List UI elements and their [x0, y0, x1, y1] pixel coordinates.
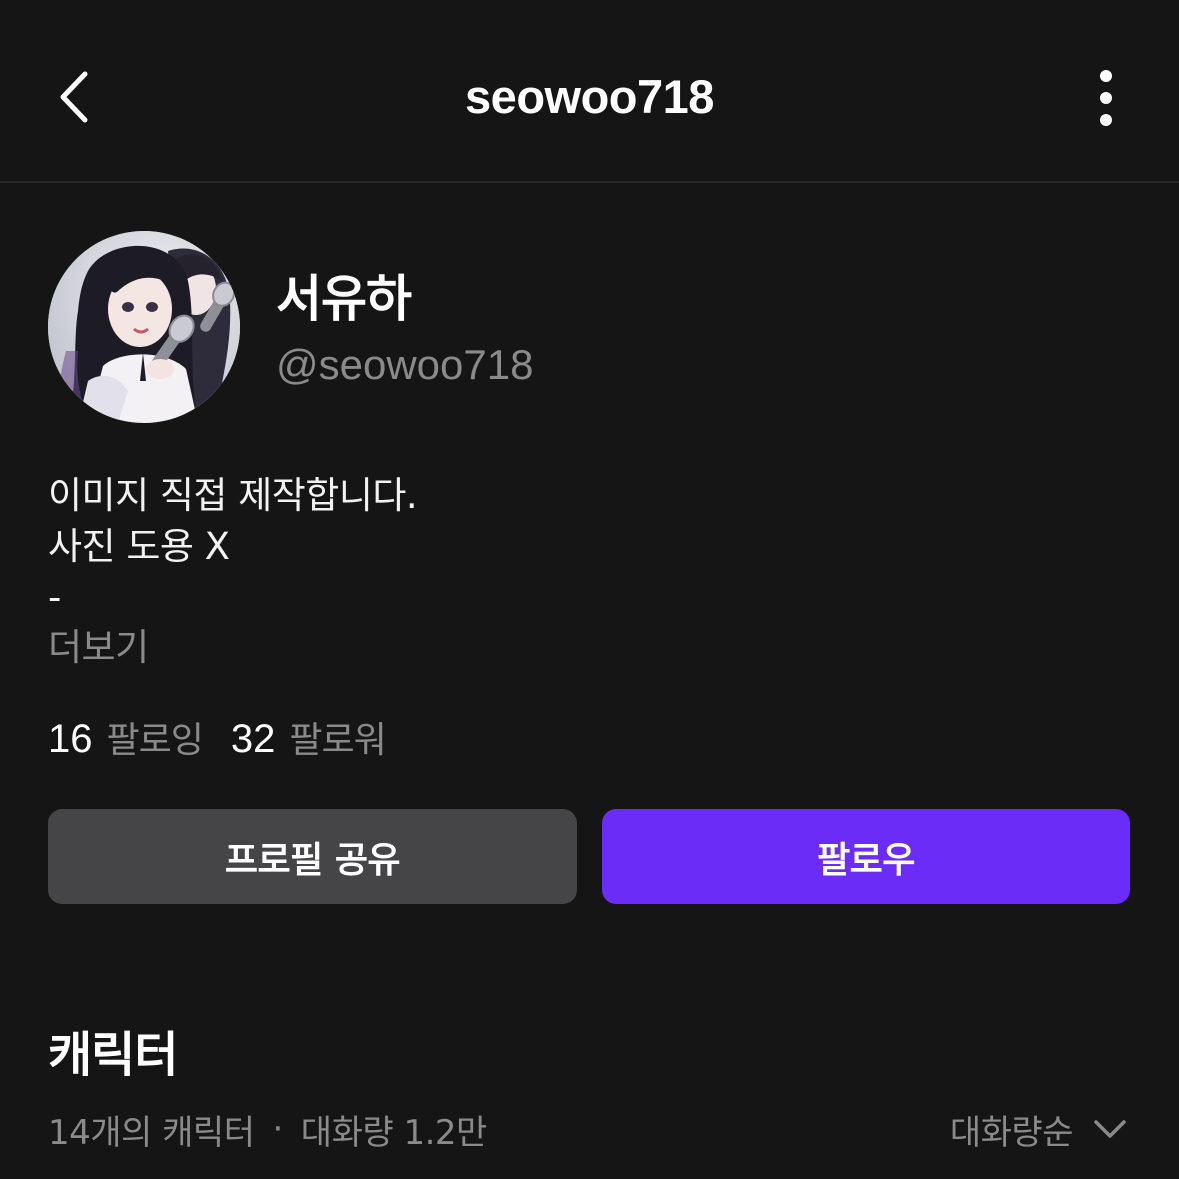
chevron-down-icon: [1093, 1119, 1127, 1139]
more-vertical-icon: [1100, 70, 1112, 126]
top-nav-bar: seowoo718: [0, 0, 1179, 183]
avatar[interactable]: [48, 231, 240, 423]
page-title: seowoo718: [465, 70, 714, 123]
bio: 이미지 직접 제작합니다. 사진 도용 X -: [48, 470, 1128, 623]
see-more-link[interactable]: 더보기: [48, 622, 149, 674]
followers-count: 32: [230, 717, 276, 761]
more-options-button[interactable]: [1080, 62, 1132, 134]
username-handle: @seowoo718: [276, 341, 534, 388]
meta-separator: ·: [272, 1109, 283, 1149]
section-title-characters: 캐릭터: [48, 1027, 178, 1083]
sort-label: 대화량순: [949, 1112, 1074, 1153]
follow-stats: 16 팔로잉 32 팔로워: [48, 710, 387, 764]
share-profile-button[interactable]: 프로필 공유: [48, 809, 577, 904]
sort-dropdown[interactable]: 대화량순: [950, 1102, 1127, 1156]
avatar-illustration: [48, 231, 240, 423]
character-count: 14개의 캐릭터: [48, 1112, 255, 1153]
bio-line: 이미지 직접 제작합니다.: [48, 474, 418, 517]
bio-line: -: [48, 576, 61, 619]
following-stat[interactable]: 16 팔로잉: [48, 711, 204, 763]
characters-meta: 14개의 캐릭터 · 대화량 1.2만: [48, 1102, 487, 1156]
following-count: 16: [48, 717, 93, 761]
followers-label: 팔로워: [289, 720, 386, 761]
follow-button[interactable]: 팔로우: [602, 809, 1130, 904]
followers-stat[interactable]: 32 팔로워: [230, 711, 387, 763]
following-label: 팔로잉: [106, 720, 204, 761]
conversation-volume: 대화량 1.2만: [300, 1112, 488, 1153]
display-name: 서유하: [276, 270, 412, 328]
bio-line: 사진 도용 X: [48, 525, 230, 568]
